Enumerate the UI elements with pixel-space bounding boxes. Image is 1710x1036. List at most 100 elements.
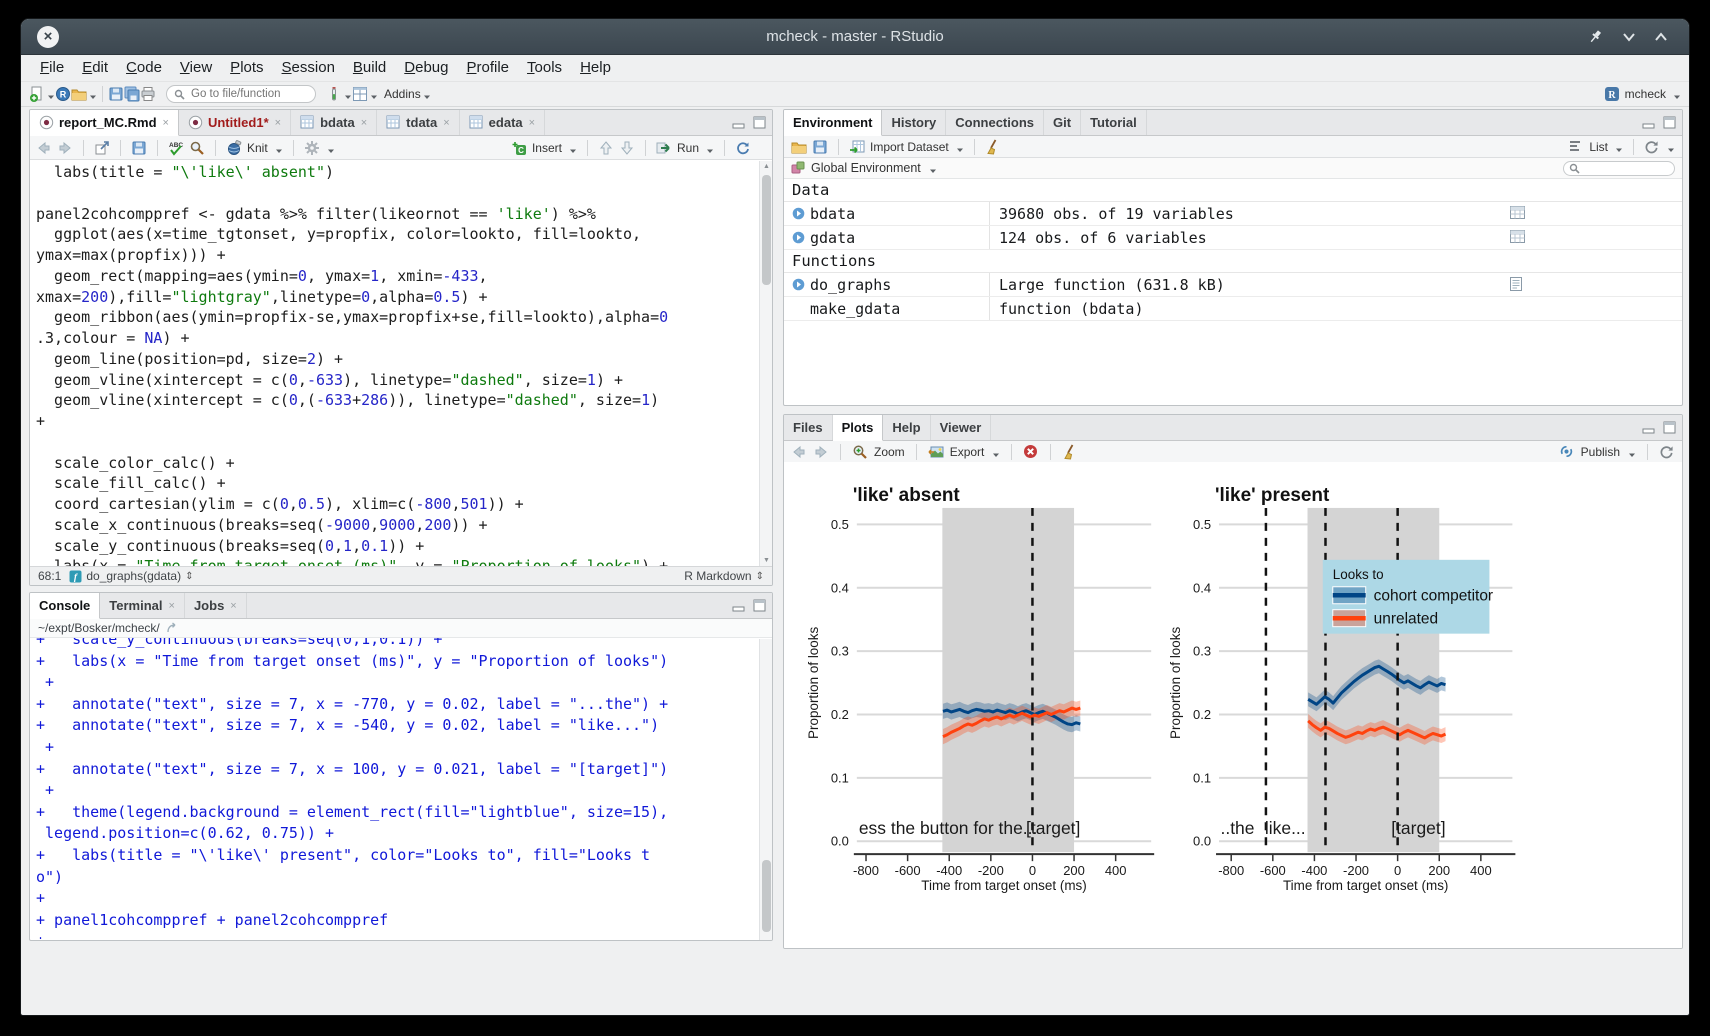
source-scrollbar[interactable]: ▲ ▼ <box>759 161 772 566</box>
insert-button[interactable]: Insert <box>532 141 562 155</box>
scope-updown-icon[interactable]: ⇕ <box>185 571 193 582</box>
find-icon[interactable] <box>189 140 205 156</box>
import-dataset-icon[interactable] <box>849 139 865 155</box>
list-view-icon[interactable] <box>1568 139 1584 155</box>
tab-tutorial[interactable]: Tutorial <box>1081 110 1147 135</box>
tab-console[interactable]: Console <box>30 593 100 619</box>
publish-caret-icon[interactable] <box>1628 448 1636 456</box>
refresh-icon[interactable] <box>1644 139 1660 155</box>
panes-caret-icon[interactable] <box>370 90 378 98</box>
load-workspace-icon[interactable] <box>791 139 807 155</box>
code-line[interactable] <box>36 432 772 453</box>
save-doc-icon[interactable] <box>131 140 147 156</box>
environment-search-input[interactable] <box>1582 161 1668 175</box>
env-object-do_graphs[interactable]: do_graphsLarge function (631.8 kB) <box>784 273 1682 297</box>
tab-plots[interactable]: Plots <box>833 415 884 441</box>
chevron-down-icon[interactable] <box>1621 29 1637 45</box>
list-view-button[interactable]: List <box>1589 140 1608 154</box>
clear-plots-icon[interactable] <box>1062 444 1078 460</box>
close-tab-icon[interactable]: × <box>275 117 281 129</box>
close-tab-icon[interactable]: × <box>443 117 449 129</box>
close-tab-icon[interactable]: × <box>529 117 535 129</box>
close-tab-icon[interactable]: × <box>230 600 236 612</box>
doc-mode[interactable]: R Markdown <box>684 569 751 583</box>
tab-tdata[interactable]: tdata× <box>377 110 460 135</box>
knit-button[interactable]: Knit <box>247 141 268 155</box>
menu-file[interactable]: File <box>31 55 73 81</box>
env-object-gdata[interactable]: gdata124 obs. of 6 variables <box>784 226 1682 250</box>
scope-caret-icon[interactable] <box>929 164 937 172</box>
code-line[interactable]: ggplot(aes(x=time_tgtonset, y=propfix, c… <box>36 224 772 245</box>
menu-tools[interactable]: Tools <box>518 55 571 81</box>
expand-object-icon[interactable] <box>792 231 805 244</box>
compile-report-icon[interactable] <box>326 86 342 102</box>
next-plot-icon[interactable] <box>813 444 829 460</box>
close-tab-icon[interactable]: × <box>361 117 367 129</box>
workspace-panes-icon[interactable] <box>352 86 368 102</box>
minimize-pane-icon[interactable] <box>1642 421 1655 434</box>
new-file-icon[interactable] <box>29 86 45 102</box>
goto-file-input[interactable] <box>189 87 299 101</box>
code-line[interactable]: geom_vline(xintercept = c(0,-633), linet… <box>36 370 772 391</box>
remove-plot-icon[interactable] <box>1023 444 1039 460</box>
code-line[interactable]: scale_x_continuous(breaks=seq(-9000,9000… <box>36 515 772 536</box>
console-output[interactable]: + scale_y_continuous(breaks=seq(0,1,0.1)… <box>30 638 772 939</box>
tab-terminal[interactable]: Terminal× <box>100 593 185 618</box>
maximize-pane-icon[interactable] <box>753 599 766 612</box>
console-scrollbar[interactable] <box>759 639 772 940</box>
code-line[interactable]: geom_vline(xintercept = c(0,(-633+286)),… <box>36 390 772 411</box>
import-dataset-button[interactable]: Import Dataset <box>870 140 949 154</box>
tab-files[interactable]: Files <box>784 415 833 440</box>
tab-git[interactable]: Git <box>1044 110 1081 135</box>
view-data-icon[interactable] <box>1510 206 1525 220</box>
previous-plot-icon[interactable] <box>791 444 807 460</box>
open-file-caret-icon[interactable] <box>89 90 97 98</box>
goto-directory-icon[interactable] <box>166 622 178 634</box>
refresh-plot-icon[interactable] <box>1659 444 1675 460</box>
scope-selector[interactable]: do_graphs(gdata) <box>86 569 181 583</box>
spellcheck-icon[interactable]: ABC <box>168 140 184 156</box>
environment-search-box[interactable] <box>1563 161 1675 176</box>
tab-bdata[interactable]: bdata× <box>291 110 377 135</box>
chevron-up-icon[interactable] <box>1653 29 1669 45</box>
code-line[interactable]: panel2cohcomppref <- gdata %>% filter(li… <box>36 204 772 225</box>
export-plot-icon[interactable] <box>928 444 944 460</box>
menu-help[interactable]: Help <box>571 55 620 81</box>
zoom-button[interactable]: Zoom <box>874 445 905 459</box>
back-icon[interactable] <box>36 140 52 156</box>
tab-viewer[interactable]: Viewer <box>931 415 992 440</box>
close-tab-icon[interactable]: × <box>163 117 169 129</box>
menu-plots[interactable]: Plots <box>221 55 272 81</box>
refresh-caret-icon[interactable] <box>1667 143 1675 151</box>
addins-caret-icon[interactable] <box>423 90 431 98</box>
code-line[interactable]: scale_color_calc() + <box>36 453 772 474</box>
go-prev-chunk-icon[interactable] <box>598 140 614 156</box>
tab-edata[interactable]: edata× <box>460 110 545 135</box>
gear-icon[interactable] <box>304 140 320 156</box>
code-line[interactable]: geom_line(position=pd, size=2) + <box>36 349 772 370</box>
menu-build[interactable]: Build <box>344 55 395 81</box>
code-line[interactable]: geom_ribbon(aes(ymin=propfix-se,ymax=pro… <box>36 307 772 328</box>
minimize-pane-icon[interactable] <box>732 116 745 129</box>
zoom-plot-icon[interactable] <box>852 444 868 460</box>
tab-connections[interactable]: Connections <box>946 110 1044 135</box>
code-line[interactable]: labs(title = "\'like\' absent") <box>36 162 772 183</box>
gear-caret-icon[interactable] <box>327 144 335 152</box>
run-icon[interactable] <box>656 140 672 156</box>
maximize-pane-icon[interactable] <box>1663 116 1676 129</box>
tab-history[interactable]: History <box>882 110 946 135</box>
goto-file-box[interactable] <box>166 85 316 103</box>
new-file-caret-icon[interactable] <box>47 90 55 98</box>
env-object-bdata[interactable]: bdata39680 obs. of 19 variables <box>784 202 1682 226</box>
console-scroll-thumb[interactable] <box>762 860 771 932</box>
code-line[interactable]: .3,colour = NA) + <box>36 328 772 349</box>
menu-view[interactable]: View <box>171 55 221 81</box>
export-caret-icon[interactable] <box>992 448 1000 456</box>
menu-debug[interactable]: Debug <box>395 55 457 81</box>
tab-jobs[interactable]: Jobs× <box>185 593 247 618</box>
project-menu[interactable]: R mcheck <box>1604 86 1681 102</box>
save-icon[interactable] <box>108 86 124 102</box>
menu-session[interactable]: Session <box>273 55 344 81</box>
code-line[interactable]: xmax=200),fill="lightgray",linetype=0,al… <box>36 287 772 308</box>
tab-untitled1-[interactable]: Untitled1*× <box>179 110 291 135</box>
